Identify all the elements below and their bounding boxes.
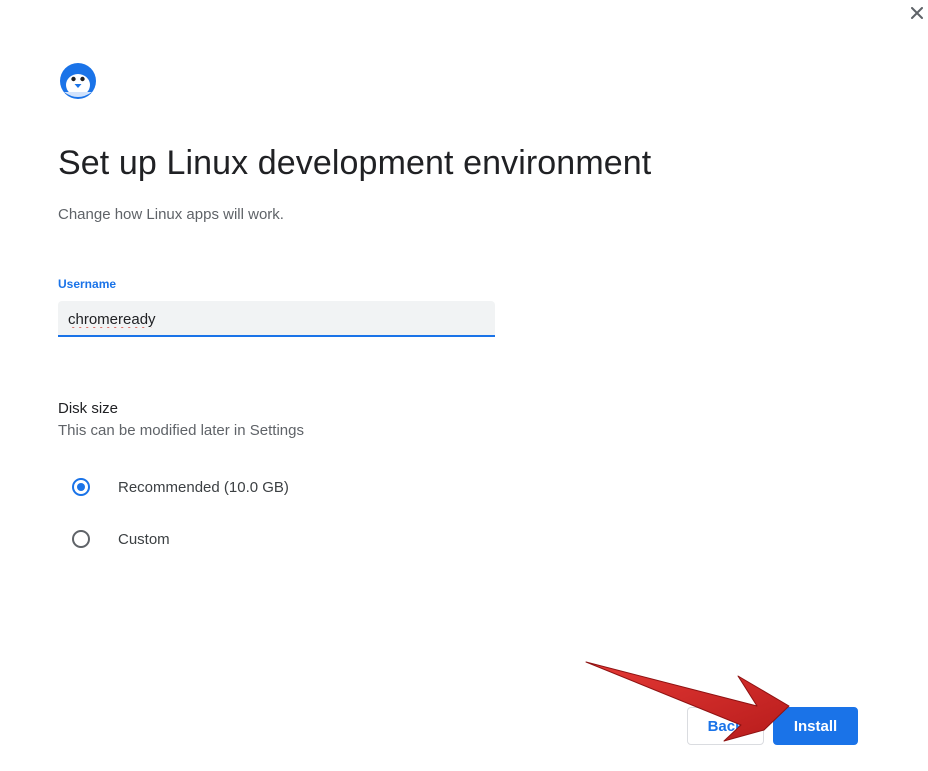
install-button[interactable]: Install <box>773 707 858 745</box>
disk-size-title: Disk size <box>58 400 119 417</box>
page-title: Set up Linux development environment <box>58 144 652 182</box>
close-button[interactable] <box>905 4 928 22</box>
username-label: Username <box>58 277 117 291</box>
disk-option-label: Custom <box>118 530 170 548</box>
disk-option-custom[interactable]: Custom <box>72 530 170 548</box>
page-subtitle: Change how Linux apps will work. <box>58 206 284 223</box>
username-field-container <box>58 301 495 337</box>
close-icon <box>911 7 923 19</box>
back-button[interactable]: Back <box>687 707 764 745</box>
disk-option-label: Recommended (10.0 GB) <box>118 478 289 496</box>
linux-setup-dialog: Set up Linux development environment Cha… <box>0 0 928 771</box>
penguin-logo-icon <box>59 62 97 100</box>
disk-option-recommended[interactable]: Recommended (10.0 GB) <box>72 478 289 496</box>
radio-recommended[interactable] <box>72 478 90 496</box>
radio-custom[interactable] <box>72 530 90 548</box>
annotation-arrow-icon <box>585 661 790 742</box>
disk-size-subtitle: This can be modified later in Settings <box>58 422 304 439</box>
username-input[interactable] <box>58 301 495 335</box>
